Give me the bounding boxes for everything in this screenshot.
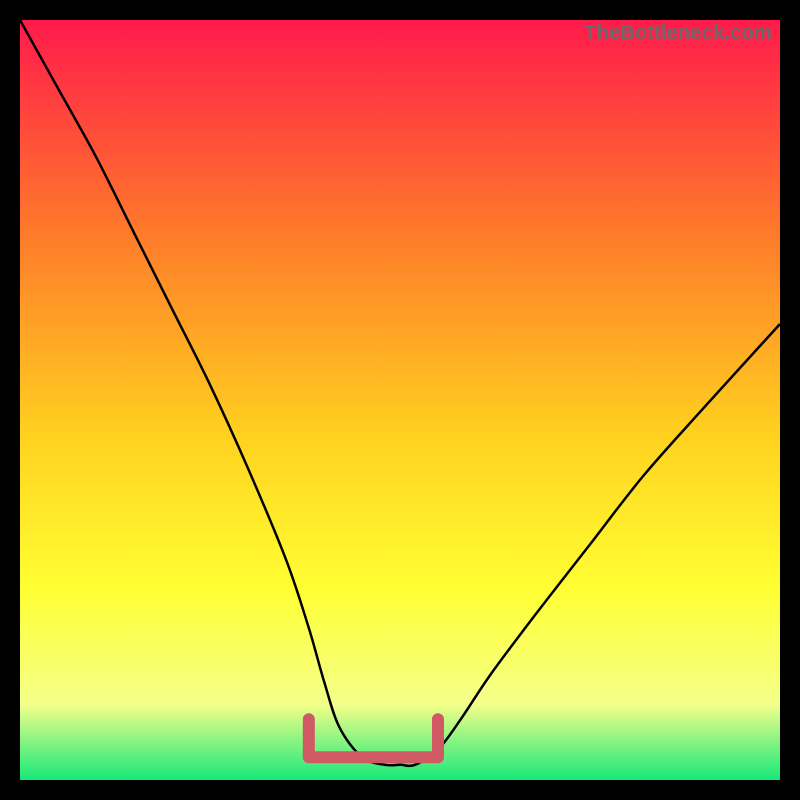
gradient-background [20,20,780,780]
watermark-text: TheBottleneck.com [584,22,772,45]
chart-svg [20,20,780,780]
plot-area: TheBottleneck.com [20,20,780,780]
chart-frame: TheBottleneck.com [0,0,800,800]
